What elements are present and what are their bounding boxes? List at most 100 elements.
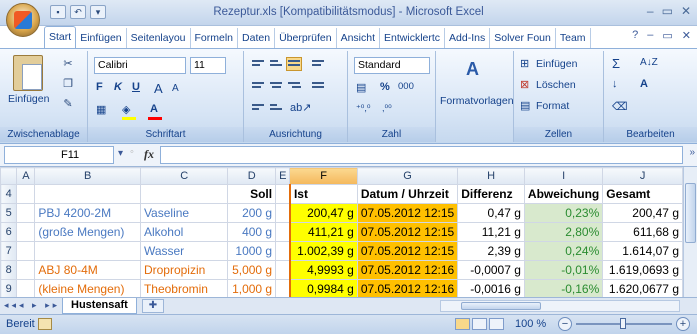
ist-cell[interactable]: 4,9993 g: [288, 260, 358, 280]
differenz-cell[interactable]: -0,0016 g: [457, 279, 525, 299]
ist-cell[interactable]: 200,47 g: [288, 203, 358, 223]
sort-filter-button[interactable]: A↓Z: [640, 57, 658, 68]
tab-entwicklertools[interactable]: Entwicklertc: [380, 28, 446, 48]
clear-button[interactable]: ⌫: [612, 100, 628, 113]
tab-ueberpruefen[interactable]: Überprüfen: [275, 28, 337, 48]
ingredient-cell[interactable]: Theobromin: [139, 279, 229, 299]
gesamt-cell[interactable]: 1.619,0693 g: [602, 260, 683, 280]
minimize-icon[interactable]: –: [647, 4, 654, 18]
fx-button[interactable]: fx: [144, 147, 154, 162]
gesamt-cell[interactable]: 1.620,0677 g: [602, 279, 683, 299]
decrease-indent-icon[interactable]: [250, 101, 266, 115]
differenz-cell[interactable]: 2,39 g: [457, 241, 525, 261]
shrink-font-button[interactable]: A: [172, 83, 179, 94]
align-top-icon[interactable]: [250, 57, 266, 71]
row-header[interactable]: 5: [0, 203, 18, 223]
borders-icon[interactable]: ▦: [96, 103, 106, 116]
horizontal-scroll-thumb[interactable]: [461, 302, 541, 310]
tab-formeln[interactable]: Formeln: [191, 28, 239, 48]
sheet-nav-icons[interactable]: ◂◂◂ ▸ ▸▸: [4, 300, 60, 311]
tab-ansicht[interactable]: Ansicht: [337, 28, 381, 48]
horizontal-scrollbar[interactable]: [440, 300, 680, 312]
column-header[interactable]: E: [275, 167, 291, 185]
soll-cell[interactable]: 1,000 g: [227, 279, 277, 299]
autosum-button[interactable]: Σ: [612, 56, 620, 71]
cell[interactable]: [275, 203, 291, 223]
differenz-cell[interactable]: 11,21 g: [457, 222, 525, 242]
name-box-dropdown-icon[interactable]: ▾: [118, 148, 123, 159]
italic-button[interactable]: K: [114, 81, 122, 93]
header-cell-soll[interactable]: Soll: [227, 184, 277, 204]
increase-decimal-button[interactable]: ⁺⁰,⁰: [356, 103, 370, 114]
merge-center-icon[interactable]: [310, 79, 326, 93]
cell[interactable]: [275, 241, 291, 261]
bold-button[interactable]: F: [96, 81, 103, 93]
zoom-level[interactable]: 100 %: [515, 318, 546, 330]
insert-cells-button[interactable]: Einfügen: [536, 58, 577, 70]
tab-solver[interactable]: Solver Foun: [490, 28, 556, 48]
office-button[interactable]: [6, 3, 40, 37]
align-middle-icon[interactable]: [268, 57, 284, 71]
abweichung-cell[interactable]: 0,23%: [523, 203, 604, 223]
column-header[interactable]: I: [523, 167, 604, 185]
cell[interactable]: [16, 203, 36, 223]
datetime-cell[interactable]: 07.05.2012 12:16: [356, 279, 459, 299]
ist-cell[interactable]: 411,21 g: [288, 222, 358, 242]
tab-team[interactable]: Team: [556, 28, 591, 48]
macro-record-icon[interactable]: [38, 318, 52, 330]
abweichung-cell[interactable]: -0,01%: [523, 260, 604, 280]
decrease-decimal-button[interactable]: ,⁰⁰: [382, 103, 392, 114]
column-header[interactable]: A: [16, 167, 36, 185]
column-header-selected[interactable]: F: [289, 167, 358, 185]
datetime-cell[interactable]: 07.05.2012 12:16: [356, 260, 459, 280]
wrap-text-icon[interactable]: [310, 57, 326, 71]
align-bottom-icon[interactable]: [286, 57, 302, 71]
datetime-cell[interactable]: 07.05.2012 12:15: [356, 241, 459, 261]
cell[interactable]: [275, 260, 291, 280]
cell[interactable]: [34, 184, 141, 204]
format-painter-icon[interactable]: ✎: [60, 97, 76, 111]
tab-daten[interactable]: Daten: [238, 28, 276, 48]
fill-button[interactable]: ↓: [612, 78, 618, 90]
column-header[interactable]: H: [457, 167, 525, 185]
font-name-select[interactable]: Calibri: [94, 57, 186, 74]
product-cell[interactable]: ABJ 80-4M: [34, 260, 141, 280]
zoom-in-icon[interactable]: +: [676, 317, 690, 331]
cell[interactable]: [16, 260, 36, 280]
column-header[interactable]: J: [602, 167, 683, 185]
find-select-button[interactable]: A: [640, 78, 648, 90]
sheet-tab-hustensaft[interactable]: Hustensaft: [62, 298, 137, 314]
align-right-icon[interactable]: [286, 79, 302, 93]
underline-button[interactable]: U: [132, 81, 140, 93]
column-header[interactable]: B: [34, 167, 141, 185]
ist-cell[interactable]: 1.002,39 g: [288, 241, 358, 261]
cell[interactable]: [16, 184, 36, 204]
align-left-icon[interactable]: [250, 79, 266, 93]
cell[interactable]: [275, 222, 291, 242]
cell[interactable]: [16, 241, 36, 261]
product-cell[interactable]: [34, 241, 141, 261]
fill-color-icon[interactable]: ◈: [122, 103, 130, 116]
tab-einfuegen[interactable]: Einfügen: [76, 28, 127, 48]
row-header[interactable]: 8: [0, 260, 18, 280]
abweichung-cell[interactable]: -0,16%: [523, 279, 604, 299]
ingredient-cell[interactable]: Wasser: [139, 241, 229, 261]
row-header[interactable]: 6: [0, 222, 18, 242]
page-break-view-icon[interactable]: [489, 318, 504, 330]
tab-add-ins[interactable]: Add-Ins: [445, 28, 491, 48]
grow-font-button[interactable]: A: [154, 81, 163, 96]
gesamt-cell[interactable]: 200,47 g: [602, 203, 683, 223]
soll-cell[interactable]: 400 g: [227, 222, 277, 242]
increase-indent-icon[interactable]: [268, 101, 284, 115]
datetime-cell[interactable]: 07.05.2012 12:15: [356, 203, 459, 223]
column-header[interactable]: D: [227, 167, 277, 185]
tab-start[interactable]: Start: [44, 26, 77, 48]
expand-formula-icon[interactable]: »: [689, 147, 695, 158]
percent-button[interactable]: %: [380, 81, 390, 93]
column-header[interactable]: C: [139, 167, 229, 185]
ribbon-restore-icon[interactable]: ▭: [662, 29, 672, 42]
soll-cell[interactable]: 200 g: [227, 203, 277, 223]
datetime-cell[interactable]: 07.05.2012 12:15: [356, 222, 459, 242]
name-box[interactable]: F11: [4, 146, 114, 164]
header-cell-datum[interactable]: Datum / Uhrzeit: [356, 184, 459, 204]
